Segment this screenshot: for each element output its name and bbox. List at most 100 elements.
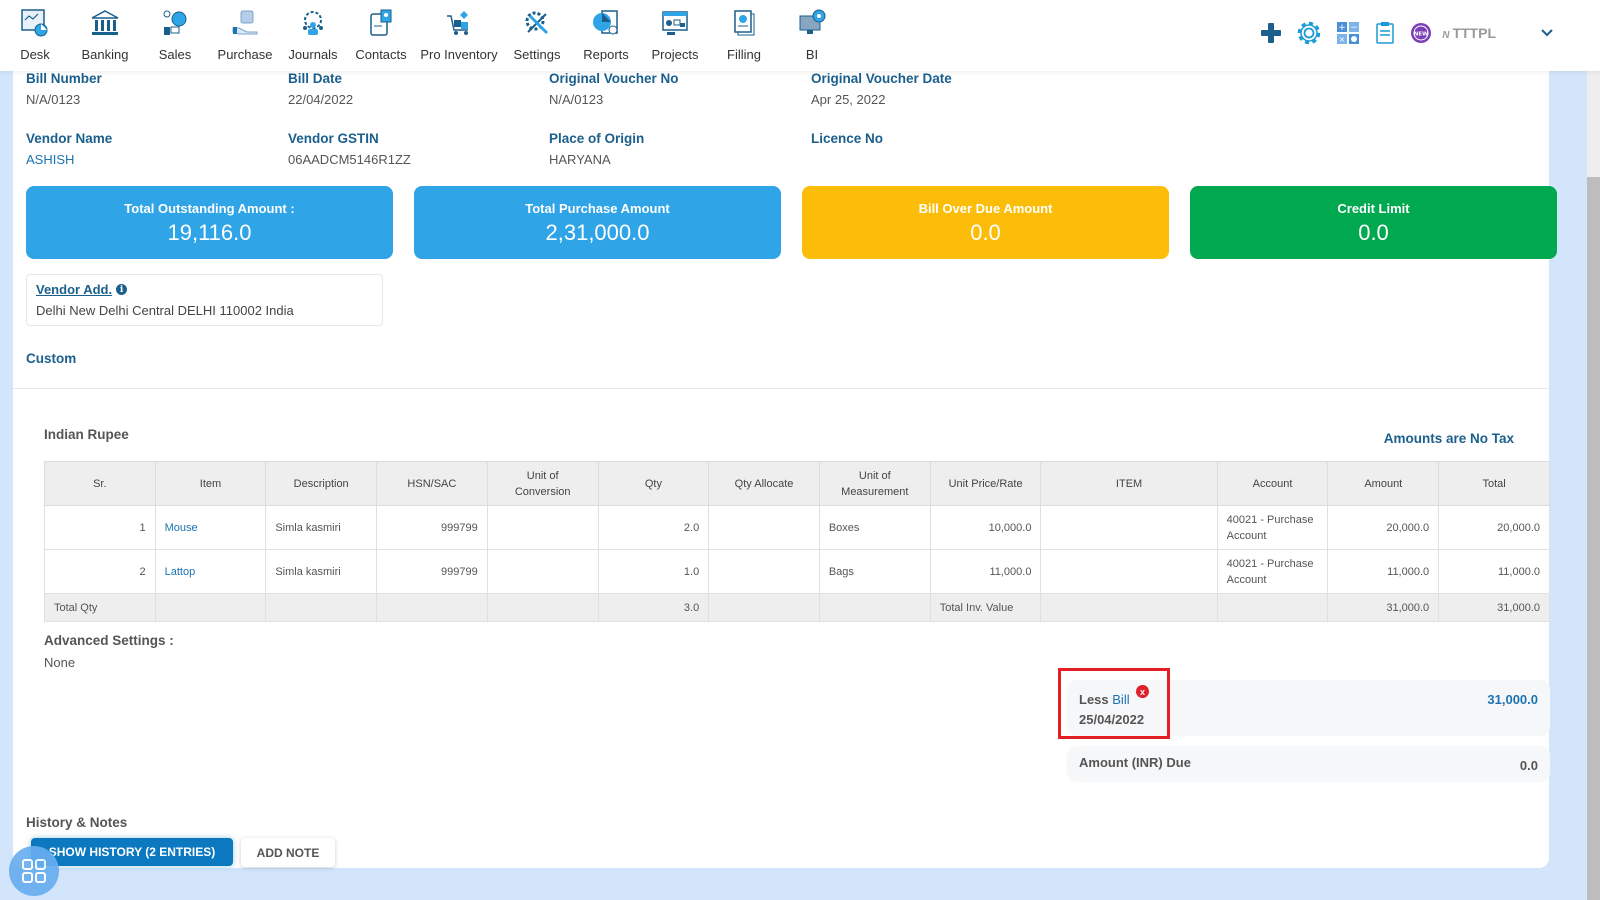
- stat-title: Total Purchase Amount: [525, 201, 670, 216]
- nav-desk[interactable]: Desk: [0, 0, 70, 71]
- field-value: 06AADCM5146R1ZZ: [288, 152, 411, 167]
- tax-note: Amounts are No Tax: [1383, 431, 1514, 446]
- nav-settings[interactable]: Settings: [502, 0, 572, 71]
- cell-conversion: [486, 549, 599, 594]
- nav-label: BI: [805, 47, 819, 62]
- cell-qty: 2.0: [597, 505, 710, 550]
- nav-label: Journals: [288, 47, 338, 62]
- bill-date-field: Bill Date 22/04/2022: [288, 71, 353, 107]
- nav-contacts[interactable]: Contacts: [346, 0, 416, 71]
- nav-label: Filling: [727, 47, 761, 62]
- vendor-name-link[interactable]: ASHISH: [26, 152, 112, 167]
- cell-rate: 10,000.0: [929, 505, 1042, 550]
- item-link[interactable]: Lattop: [154, 549, 267, 594]
- col-header-item-2: ITEM: [1040, 461, 1218, 506]
- org-name: TTTPL: [1452, 25, 1496, 41]
- contacts-icon: [365, 7, 397, 39]
- table-header-row: Sr. Item Description HSN/SAC Unit of Con…: [44, 461, 1550, 506]
- nav-bi[interactable]: BI: [778, 0, 846, 71]
- nav-reports[interactable]: Reports: [572, 0, 640, 71]
- amount-due-value: 0.0: [1519, 758, 1538, 773]
- vendor-address-box: Vendor Add. i Delhi New Delhi Central DEL…: [26, 274, 383, 326]
- stat-title: Credit Limit: [1337, 201, 1410, 216]
- stat-credit-limit: Credit Limit 0.0: [1190, 186, 1557, 259]
- page-scrollbar[interactable]: [1587, 71, 1600, 900]
- col-header-unit-conversion: Unit of Conversion: [486, 461, 599, 506]
- nav-journals[interactable]: Journals: [280, 0, 346, 71]
- stat-total-outstanding: Total Outstanding Amount : 19,116.0: [26, 186, 393, 259]
- cell-hsn: 999799: [376, 505, 488, 550]
- stat-value: 0.0: [970, 220, 1001, 245]
- nav-projects[interactable]: Projects: [640, 0, 710, 71]
- less-bill-amount: 31,000.0: [1487, 692, 1538, 707]
- org-switcher[interactable]: N TTTPL: [1442, 25, 1496, 41]
- field-value: 22/04/2022: [288, 92, 354, 107]
- cell-qty: 1.0: [597, 549, 710, 594]
- chevron-down-icon: [1541, 29, 1553, 37]
- nav-sales[interactable]: Sales: [140, 0, 210, 71]
- field-value: HARYANA: [549, 152, 611, 167]
- col-header-account: Account: [1216, 461, 1329, 506]
- nav-label: Purchase: [217, 47, 273, 62]
- table-row: 2 Lattop Simla kasmiri 999799 1.0 Bags 1…: [44, 549, 1550, 594]
- vendor-address-link[interactable]: Vendor Add.: [36, 282, 112, 297]
- nav-purchase[interactable]: Purchase: [210, 0, 280, 71]
- nav-pro-inventory[interactable]: Pro Inventory: [416, 0, 502, 71]
- col-header-qty: Qty: [597, 461, 710, 506]
- whats-new-button[interactable]: NEW: [1410, 22, 1432, 44]
- vendor-address-text: Delhi New Delhi Central DELHI 110002 Ind…: [36, 303, 294, 318]
- currency-label: Indian Rupee: [44, 427, 129, 442]
- table-total-row: Total Qty 3.0 Total Inv. Value 31,000.0 …: [44, 593, 1550, 622]
- nav-label: Banking: [81, 47, 129, 62]
- inventory-icon: [443, 7, 475, 39]
- col-header-hsn: HSN/SAC: [376, 461, 488, 506]
- add-button[interactable]: [1260, 22, 1282, 44]
- notes-button[interactable]: [1374, 21, 1396, 45]
- highlight-annotation-box: [1058, 668, 1170, 739]
- cell-uom: Bags: [818, 549, 931, 594]
- advanced-settings-label: Advanced Settings :: [44, 633, 174, 648]
- cell-amount: 20,000.0: [1327, 505, 1440, 550]
- col-header-unit-price: Unit Price/Rate: [929, 461, 1042, 506]
- nav-label: Sales: [158, 47, 192, 62]
- cell-item-2: [1040, 505, 1218, 550]
- original-voucher-date-field: Original Voucher Date Apr 25, 2022: [811, 71, 952, 107]
- col-header-item: Item: [154, 461, 267, 506]
- total-amount-value: 31,000.0: [1327, 593, 1440, 622]
- info-icon[interactable]: i: [116, 284, 128, 295]
- total-inv-label: Total Inv. Value: [929, 593, 1042, 622]
- nav-label: Projects: [651, 47, 699, 62]
- settings-icon: [521, 7, 553, 39]
- nav-label: Reports: [583, 47, 629, 62]
- cell-amount: 11,000.0: [1327, 549, 1440, 594]
- calculator-button[interactable]: + − ×: [1336, 21, 1360, 45]
- field-label: Original Voucher No: [549, 71, 679, 86]
- amount-due-label: Amount (INR) Due: [1079, 755, 1191, 770]
- col-header-amount: Amount: [1327, 461, 1440, 506]
- calculator-icon: + −×: [1337, 22, 1360, 44]
- apps-launcher-button[interactable]: [9, 846, 59, 896]
- nav-banking[interactable]: Banking: [70, 0, 140, 71]
- scrollbar-thumb[interactable]: [1587, 177, 1600, 900]
- org-dropdown-toggle[interactable]: [1540, 28, 1554, 38]
- table-row: 1 Mouse Simla kasmiri 999799 2.0 Boxes 1…: [44, 505, 1550, 550]
- place-of-origin-field: Place of Origin HARYANA: [549, 131, 644, 167]
- nav-label: Desk: [20, 47, 50, 62]
- add-note-button[interactable]: ADD NOTE: [241, 838, 335, 867]
- nav-label: Pro Inventory: [420, 47, 498, 62]
- sales-icon: [159, 7, 191, 39]
- cell-account: 40021 - Purchase Account: [1216, 549, 1329, 594]
- settings-button[interactable]: [1296, 20, 1322, 46]
- amount-due-row: Amount (INR) Due 0.0: [1067, 746, 1550, 782]
- cell-uom: Boxes: [818, 505, 931, 550]
- original-voucher-no-field: Original Voucher No N/A/0123: [549, 71, 679, 107]
- reports-icon: [590, 7, 622, 39]
- advanced-settings: Advanced Settings : None: [44, 633, 174, 670]
- nav-filling[interactable]: Filling: [710, 0, 778, 71]
- show-history-button[interactable]: SHOW HISTORY (2 ENTRIES): [31, 838, 233, 866]
- cell-account: 40021 - Purchase Account: [1216, 505, 1329, 550]
- field-label: Licence No: [811, 131, 884, 146]
- svg-text:×: ×: [1339, 35, 1346, 44]
- item-link[interactable]: Mouse: [154, 505, 267, 550]
- filling-icon: [728, 7, 760, 39]
